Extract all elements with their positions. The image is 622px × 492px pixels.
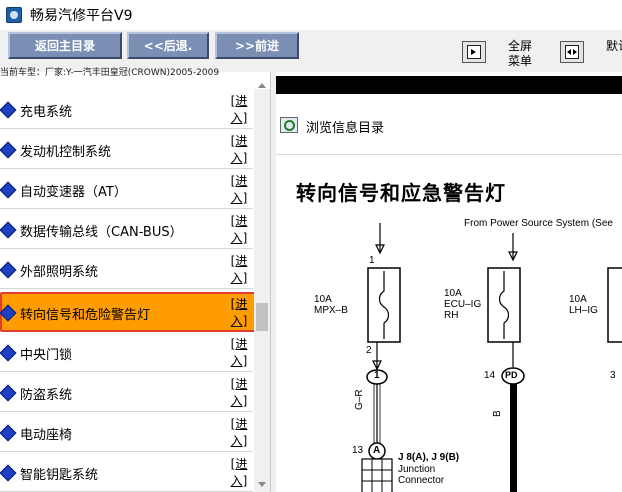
default-view-button[interactable] [560, 41, 584, 63]
menu-item-label: 外部照明系统 [20, 265, 99, 280]
wiring-diagram: 转向信号和应急警告灯 From Power Source System (See [276, 154, 622, 492]
current-vehicle: 当前车型：厂家:Y-一汽丰田皇冠(CROWN)2005-2009 [0, 68, 220, 78]
menu-item-label: 数据传输总线（CAN-BUS） [20, 225, 183, 240]
fuse-name: MPX–B [314, 305, 348, 316]
fuse-amp: 10A [569, 294, 587, 305]
diamond-bullet-icon [0, 141, 17, 159]
menu-item[interactable]: 数据传输总线（CAN-BUS） [进入] [0, 209, 253, 249]
diamond-bullet-icon [0, 181, 17, 199]
enter-link[interactable]: [进入] [229, 456, 249, 490]
menu-item[interactable]: 智能钥匙系统 [进入] [0, 452, 253, 492]
fuse-amp: 10A [444, 288, 462, 299]
menu-scrollbar[interactable] [254, 83, 270, 492]
menu-item-label: 电动座椅 [20, 428, 73, 443]
fuse-label-3: 10A LH–IG [569, 294, 598, 316]
fuse-label-1: 10A MPX–B [314, 294, 348, 316]
junction-connector-block [361, 458, 393, 492]
enter-link[interactable]: [进入] [229, 376, 249, 410]
enter-link[interactable]: [进入] [229, 336, 249, 370]
forward-button[interactable]: >>前进 [215, 32, 299, 59]
split-view-icon [565, 45, 579, 59]
menu-item-label: 中央门锁 [20, 348, 73, 363]
diamond-bullet-icon [0, 304, 17, 322]
pin-number: 13 [352, 445, 364, 456]
default-view-label[interactable]: 默认 [606, 39, 622, 54]
junction-connector-id: J 8(A), J 9(B) [398, 452, 460, 463]
menu-item-label: 防盗系统 [20, 388, 73, 403]
diamond-bullet-icon [0, 221, 17, 239]
wire-color-label: B [492, 410, 503, 417]
menu-item[interactable]: 防盗系统 [进入] [0, 372, 253, 412]
menu-item-selected[interactable]: 转向信号和危险警告灯 [进入] [0, 292, 268, 332]
menu-item-label: 自动变速器（AT） [20, 185, 127, 200]
menu-item[interactable]: 电动座椅 [进入] [0, 412, 253, 452]
wire-b [510, 384, 517, 492]
connector-label: A [373, 445, 381, 456]
content-header-bar [276, 76, 622, 94]
menu-item[interactable]: 中央门锁 [进入] [0, 332, 253, 372]
pin-number: 1 [369, 255, 375, 266]
pin-number: 2 [366, 345, 372, 356]
enter-link[interactable]: [进入] [229, 133, 249, 167]
fullscreen-menu-label[interactable]: 全屏菜单 [503, 39, 537, 69]
enter-link[interactable]: [进入] [229, 296, 249, 330]
home-button[interactable]: 返回主目录 [8, 32, 122, 59]
fuse-name: LH–IG [569, 305, 598, 316]
back-button[interactable]: <<后退. [127, 32, 209, 59]
diamond-bullet-icon [0, 261, 17, 279]
pin-number: 3 [610, 370, 616, 381]
scroll-thumb[interactable] [256, 303, 268, 331]
browse-icon [280, 117, 298, 133]
title-bar: 畅易汽修平台V9 [0, 0, 622, 30]
menu-item-label: 充电系统 [20, 105, 73, 120]
scroll-up-icon[interactable] [258, 83, 266, 88]
connector-label: 1 [374, 370, 380, 381]
menu-item-label: 发动机控制系统 [20, 145, 112, 160]
browse-catalog-label[interactable]: 浏览信息目录 [306, 117, 384, 136]
junction-connector-label: Junction [398, 464, 436, 475]
enter-link[interactable]: [进入] [229, 173, 249, 207]
fuse-label-2: 10A ECU–IG RH [444, 288, 484, 321]
menu-item[interactable]: 充电系统 [进入] [0, 89, 253, 129]
expand-icon [467, 45, 481, 59]
wiring-graphic [361, 223, 622, 492]
diamond-bullet-icon [0, 384, 17, 402]
wire-color-label: G–R [354, 389, 365, 410]
fuse-box-3 [607, 267, 622, 343]
menu-item[interactable]: 发动机控制系统 [进入] [0, 129, 253, 169]
enter-link[interactable]: [进入] [229, 93, 249, 127]
app-icon [6, 7, 22, 23]
pin-number: 14 [484, 370, 496, 381]
browse-catalog-row[interactable]: 浏览信息目录 [276, 110, 622, 142]
fuse-name: ECU–IG RH [444, 299, 482, 321]
fullscreen-menu-button[interactable] [462, 41, 486, 63]
window-title: 畅易汽修平台V9 [30, 8, 133, 24]
enter-link[interactable]: [进入] [229, 416, 249, 450]
scroll-down-icon[interactable] [258, 482, 266, 487]
menu-item[interactable]: 外部照明系统 [进入] [0, 249, 253, 289]
menu-item-label: 智能钥匙系统 [20, 468, 99, 483]
diamond-bullet-icon [0, 464, 17, 482]
junction-connector-label: Connector [398, 475, 445, 486]
diamond-bullet-icon [0, 344, 17, 362]
menu-item-label: 转向信号和危险警告灯 [20, 308, 151, 323]
connector-label: PD [505, 370, 518, 380]
fuse-amp: 10A [314, 294, 332, 305]
enter-link[interactable]: [进入] [229, 213, 249, 247]
enter-link[interactable]: [进入] [229, 253, 249, 287]
content-panel: 浏览信息目录 转向信号和应急警告灯 From Power Source Syst… [276, 72, 622, 492]
diamond-bullet-icon [0, 424, 17, 442]
diamond-bullet-icon [0, 101, 17, 119]
menu-item[interactable]: 自动变速器（AT） [进入] [0, 169, 253, 209]
system-menu: 充电系统 [进入] 发动机控制系统 [进入] 自动变速器（AT） [进入] 数据… [0, 89, 270, 492]
